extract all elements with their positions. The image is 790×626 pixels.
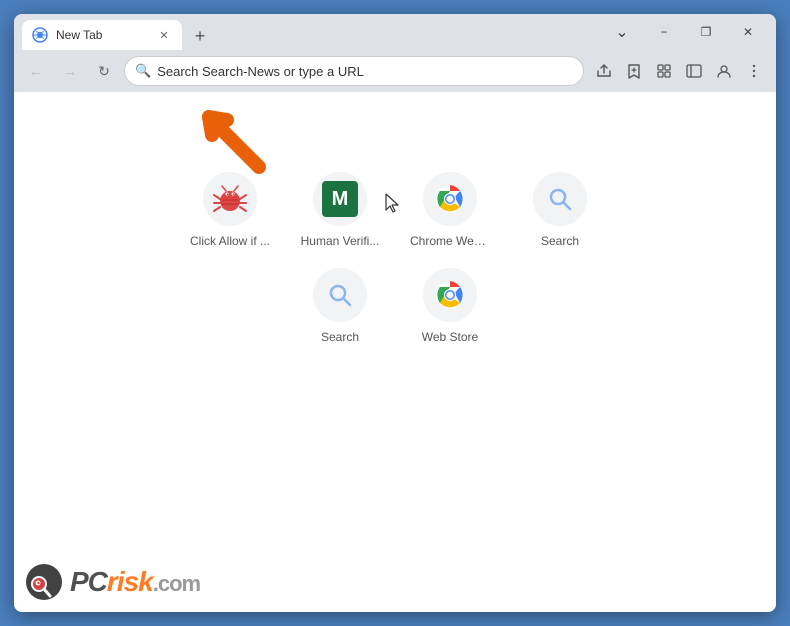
close-button[interactable]: ✕ (728, 16, 768, 48)
shortcut-label-web-store: Web Store (422, 330, 478, 344)
address-search-icon: 🔍 (135, 63, 151, 79)
active-tab[interactable]: New Tab ✕ (22, 20, 182, 50)
address-input[interactable] (157, 64, 573, 79)
profile-button[interactable] (710, 57, 738, 85)
shortcut-web-store[interactable]: Web Store (410, 268, 490, 344)
toolbar-icons (590, 57, 768, 85)
browser-window: New Tab ✕ + ⌄ − ❐ ✕ ← → ↻ 🔍 (14, 14, 776, 612)
orange-arrow (189, 102, 269, 182)
shortcut-icon-search-2 (313, 268, 367, 322)
watermark-com: .com (153, 571, 200, 596)
toolbar: ← → ↻ 🔍 (14, 50, 776, 92)
m-letter-icon: M (322, 181, 358, 217)
tab-title: New Tab (56, 28, 148, 42)
tab-favicon (32, 27, 48, 43)
chevron-down-button[interactable]: ⌄ (602, 16, 642, 48)
shortcut-chrome-web[interactable]: Chrome Web ... (410, 172, 490, 248)
share-button[interactable] (590, 57, 618, 85)
reload-button[interactable]: ↻ (90, 57, 118, 85)
watermark: PCrisk.com (24, 562, 200, 602)
minimize-button[interactable]: − (644, 16, 684, 48)
shortcut-click-allow[interactable]: Click Allow if ... (190, 172, 270, 248)
menu-button[interactable] (740, 57, 768, 85)
shortcut-search-2[interactable]: Search (300, 268, 380, 344)
back-button[interactable]: ← (22, 57, 50, 85)
shortcut-label-search-1: Search (541, 234, 579, 248)
new-tab-button[interactable]: + (186, 22, 214, 50)
watermark-pc: PC (70, 566, 107, 597)
shortcuts-row-2: Search (300, 268, 490, 344)
shortcut-icon-web-store (423, 268, 477, 322)
bookmark-button[interactable] (620, 57, 648, 85)
restore-button[interactable]: ❐ (686, 16, 726, 48)
watermark-text: PCrisk.com (70, 566, 200, 598)
shortcut-icon-human-verif: M (313, 172, 367, 226)
title-bar: New Tab ✕ + ⌄ − ❐ ✕ (14, 14, 776, 50)
tab-area: New Tab ✕ + (22, 14, 598, 50)
sidebar-button[interactable] (680, 57, 708, 85)
forward-button[interactable]: → (56, 57, 84, 85)
mouse-cursor (384, 192, 404, 216)
shortcut-label-click-allow: Click Allow if ... (190, 234, 270, 248)
watermark-risk: risk (107, 566, 153, 597)
page-content: Click Allow if ... M Human Verifi... (14, 92, 776, 612)
shortcut-search-1[interactable]: Search (520, 172, 600, 248)
extension-button[interactable] (650, 57, 678, 85)
shortcut-human-verif[interactable]: M Human Verifi... (300, 172, 380, 248)
shortcut-label-search-2: Search (321, 330, 359, 344)
window-controls: ⌄ − ❐ ✕ (602, 16, 768, 48)
shortcut-icon-search-1 (533, 172, 587, 226)
shortcut-label-human-verif: Human Verifi... (301, 234, 380, 248)
shortcut-icon-chrome-web (423, 172, 477, 226)
shortcut-label-chrome-web: Chrome Web ... (410, 234, 490, 248)
tab-close-button[interactable]: ✕ (156, 27, 172, 43)
pcrisk-logo (24, 562, 64, 602)
address-bar[interactable]: 🔍 (124, 56, 584, 86)
